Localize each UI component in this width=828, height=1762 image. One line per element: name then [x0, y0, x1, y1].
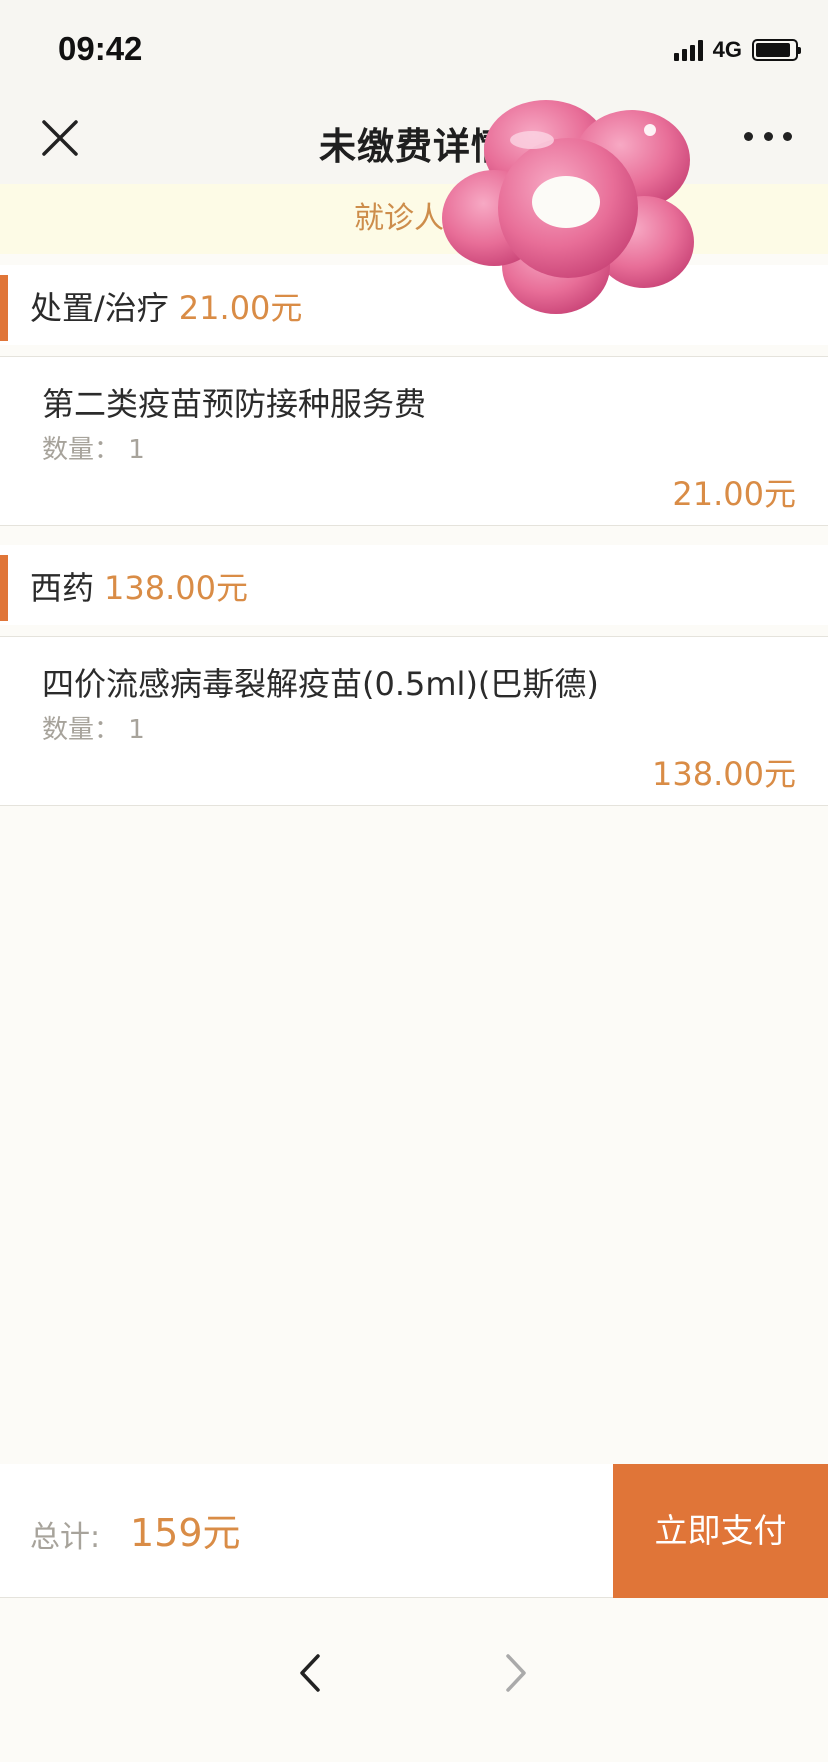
section-accent: [0, 275, 8, 341]
list-item: 四价流感病毒裂解疫苗(0.5ml)(巴斯德) 数量： 1 138.00元: [0, 636, 828, 806]
total-label: 总计:: [30, 1520, 101, 1555]
section-amount: 21.00元: [178, 289, 303, 327]
item-price: 21.00元: [672, 475, 796, 513]
chevron-right-icon[interactable]: [492, 1648, 536, 1698]
network-type: 4G: [712, 37, 742, 62]
more-icon[interactable]: [744, 132, 792, 146]
nav-bar: 未缴费详情: [0, 96, 828, 184]
browser-toolbar: [0, 1606, 828, 1762]
status-bar: 09:42 4G: [0, 0, 828, 96]
status-time: 09:42: [58, 30, 143, 67]
checkout-bar: 总计: 159元 立即支付: [0, 1464, 828, 1598]
item-quantity: 数量： 1: [42, 435, 145, 465]
section-category: 处置/治疗: [30, 289, 169, 327]
battery-icon: [752, 39, 801, 61]
signal-icon: [673, 39, 703, 61]
section-accent: [0, 555, 8, 621]
page-title: 未缴费详情: [319, 125, 509, 168]
item-name: 四价流感病毒裂解疫苗(0.5ml)(巴斯德): [42, 665, 599, 703]
patient-label: 就诊人：: [354, 201, 474, 236]
patient-banner: 就诊人：: [0, 184, 828, 254]
section-category: 西药: [30, 569, 95, 607]
section-header-treatment: 处置/治疗 21.00元: [0, 265, 828, 345]
item-price: 138.00元: [652, 755, 796, 793]
pay-now-button[interactable]: 立即支付: [613, 1464, 828, 1598]
item-quantity: 数量： 1: [42, 715, 145, 745]
item-name: 第二类疫苗预防接种服务费: [42, 385, 427, 423]
status-indicators: 4G: [673, 36, 801, 64]
total-value: 159元: [130, 1511, 241, 1555]
list-item: 第二类疫苗预防接种服务费 数量： 1 21.00元: [0, 356, 828, 526]
section-amount: 138.00元: [104, 569, 248, 607]
chevron-left-icon[interactable]: [290, 1648, 334, 1698]
section-header-western-medicine: 西药 138.00元: [0, 545, 828, 625]
